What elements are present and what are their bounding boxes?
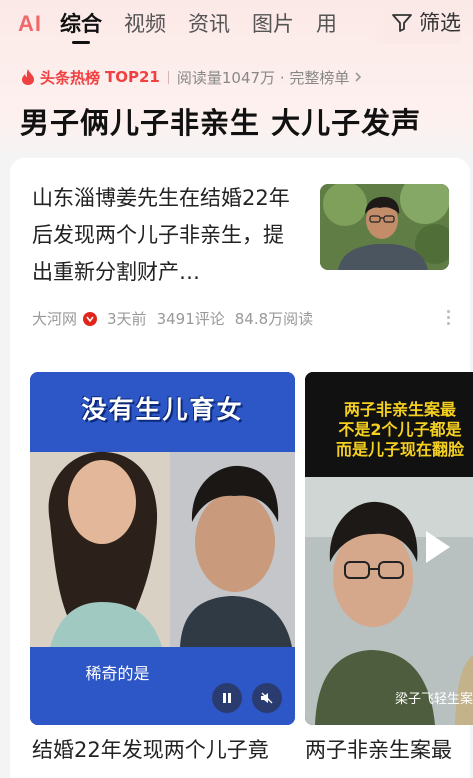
article-time: 3天前	[107, 310, 147, 328]
chevron-right-icon	[355, 72, 362, 82]
video-overlay-text: 两子非亲生案最 不是2个儿子都是 而是儿子现在翻脸	[335, 400, 464, 459]
speaker-muted-icon	[261, 692, 273, 704]
pause-button[interactable]	[212, 683, 242, 713]
video-2-title[interactable]: 两子非亲生案最	[305, 733, 470, 767]
divider	[167, 70, 169, 84]
video-1-title[interactable]: 结婚22年发现两个儿子竟	[32, 733, 297, 767]
article-reads: 84.8万阅读	[234, 310, 314, 328]
filter-button[interactable]: 筛选	[373, 0, 461, 44]
video-banner-text: 没有生儿育女	[81, 395, 244, 424]
search-tab-bar: AI 综合 视频 资讯 图片 用 筛选	[0, 0, 473, 48]
tab-video[interactable]: 视频	[124, 2, 166, 46]
more-options-icon[interactable]	[447, 310, 450, 325]
article-thumbnail[interactable]	[320, 184, 449, 270]
filter-icon	[392, 14, 412, 32]
article-meta: 大河网 3天前 3491评论 84.8万阅读	[32, 308, 323, 329]
tab-news[interactable]: 资讯	[188, 2, 230, 46]
video-caption: 稀奇的是	[85, 664, 150, 683]
hot-list-line[interactable]: 头条热榜 TOP21 阅读量1047万 · 完整榜单	[20, 64, 363, 90]
filter-label: 筛选	[419, 11, 461, 35]
pause-icon	[223, 693, 231, 703]
article-comments: 3491评论	[156, 310, 225, 328]
flame-icon	[22, 69, 34, 85]
mute-button[interactable]	[252, 683, 282, 713]
hot-list-label: 头条热榜	[40, 68, 101, 87]
play-icon	[426, 531, 450, 563]
hot-rank: TOP21	[105, 68, 160, 86]
article-title[interactable]: 山东淄博姜先生在结婚22年后发现两个儿子非亲生，提出重新分割财产…	[32, 180, 304, 291]
tab-comprehensive[interactable]: 综合	[60, 2, 102, 46]
video-card-1[interactable]: 没有生儿育女 稀奇的是	[30, 372, 295, 725]
play-button[interactable]	[417, 527, 457, 567]
hot-list-badge: 头条热榜	[20, 67, 100, 88]
tab-images[interactable]: 图片	[252, 2, 294, 46]
topic-headline[interactable]: 男子俩儿子非亲生 大儿子发声	[20, 100, 421, 142]
result-card: 山东淄博姜先生在结婚22年后发现两个儿子非亲生，提出重新分割财产… 大河网 3天…	[10, 158, 473, 778]
hot-reads: 阅读量1047万 · 完整榜单	[176, 68, 350, 87]
verified-icon	[83, 311, 98, 326]
article-source[interactable]: 大河网	[32, 308, 77, 329]
video-card-2[interactable]: 两子非亲生案最 不是2个儿子都是 而是儿子现在翻脸 梁子飞轻生案	[305, 372, 473, 725]
tab-users[interactable]: 用	[316, 2, 337, 46]
tab-ai[interactable]: AI	[18, 11, 42, 37]
video-watermark: 梁子飞轻生案	[395, 692, 473, 707]
